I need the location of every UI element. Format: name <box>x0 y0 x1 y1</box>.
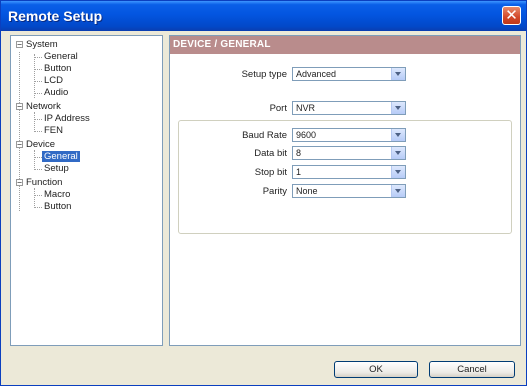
chevron-down-icon[interactable] <box>391 68 405 80</box>
data-bit-label: Data bit <box>254 148 287 159</box>
setup-type-value: Advanced <box>296 69 337 79</box>
baud-rate-value: 9600 <box>296 130 317 140</box>
tree-item-fen[interactable]: FEN <box>44 125 63 137</box>
chevron-down-icon[interactable] <box>391 185 405 197</box>
stop-bit-select[interactable]: 1 <box>292 165 406 179</box>
section-title: DEVICE / GENERAL <box>173 39 271 50</box>
window-title: Remote Setup <box>8 8 103 24</box>
settings-content: DEVICE / GENERAL Setup type Advanced Por… <box>169 35 521 346</box>
tree-item-system-general[interactable]: General <box>44 51 78 63</box>
stop-bit-label: Stop bit <box>254 167 287 178</box>
tree-item-ip-address[interactable]: IP Address <box>44 113 90 125</box>
remote-setup-dialog: Remote Setup ✕ − System General Button L… <box>0 0 527 386</box>
cancel-button[interactable]: Cancel <box>429 361 515 378</box>
port-value: NVR <box>296 103 316 113</box>
chevron-down-icon[interactable] <box>391 102 405 114</box>
collapse-icon[interactable]: − <box>16 41 23 49</box>
baud-rate-label: Baud Rate <box>242 130 287 141</box>
setup-type-label: Setup type <box>241 69 287 80</box>
tree-item-function[interactable]: Function <box>26 177 62 189</box>
title-bar[interactable]: Remote Setup ✕ <box>1 1 526 31</box>
close-icon: ✕ <box>505 6 518 24</box>
collapse-icon[interactable]: − <box>16 103 23 111</box>
chevron-down-icon[interactable] <box>391 166 405 178</box>
port-select[interactable]: NVR <box>292 101 406 115</box>
tree-item-audio[interactable]: Audio <box>44 87 68 99</box>
tree-item-lcd[interactable]: LCD <box>44 75 63 87</box>
section-header: DEVICE / GENERAL <box>170 36 520 54</box>
tree-item-network[interactable]: Network <box>26 101 61 113</box>
close-button[interactable]: ✕ <box>502 6 521 25</box>
stop-bit-value: 1 <box>296 167 302 177</box>
parity-label: Parity <box>262 186 287 197</box>
parity-value: None <box>296 186 318 196</box>
tree-item-function-button[interactable]: Button <box>44 201 71 213</box>
tree-item-device[interactable]: Device <box>26 139 55 151</box>
collapse-icon[interactable]: − <box>16 179 23 187</box>
collapse-icon[interactable]: − <box>16 141 23 149</box>
chevron-down-icon[interactable] <box>391 129 405 141</box>
tree-item-device-general[interactable]: General <box>42 151 80 163</box>
ok-button[interactable]: OK <box>334 361 418 378</box>
setup-type-select[interactable]: Advanced <box>292 67 406 81</box>
tree-item-system[interactable]: System <box>26 39 58 51</box>
tree-item-device-setup[interactable]: Setup <box>44 163 69 175</box>
port-label: Port <box>269 103 287 114</box>
chevron-down-icon[interactable] <box>391 147 405 159</box>
parity-select[interactable]: None <box>292 184 406 198</box>
settings-tree[interactable]: − System General Button LCD Audio − Netw… <box>10 35 163 346</box>
tree-item-system-button[interactable]: Button <box>44 63 71 75</box>
data-bit-value: 8 <box>296 148 302 158</box>
tree-item-macro[interactable]: Macro <box>44 189 70 201</box>
baud-rate-select[interactable]: 9600 <box>292 128 406 142</box>
data-bit-select[interactable]: 8 <box>292 146 406 160</box>
